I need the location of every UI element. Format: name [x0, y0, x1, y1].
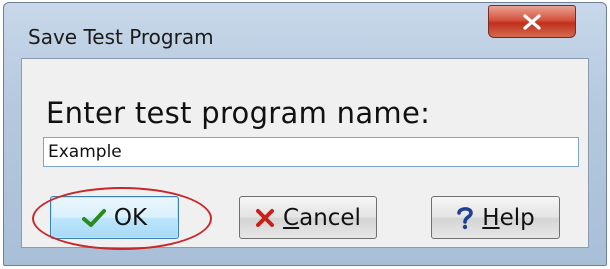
help-button[interactable]: Help: [431, 196, 560, 239]
ok-button-label: OK: [113, 204, 148, 231]
close-button[interactable]: [488, 5, 576, 38]
x-icon: [255, 208, 275, 228]
dialog-title: Save Test Program: [28, 25, 214, 49]
cancel-button[interactable]: Cancel: [239, 196, 377, 239]
help-button-label: Help: [482, 205, 534, 231]
close-icon: [522, 13, 542, 30]
title-bar[interactable]: Save Test Program: [4, 3, 606, 59]
program-name-label: Enter test program name:: [46, 96, 431, 130]
cancel-button-label: Cancel: [283, 205, 361, 231]
help-accelerator: H: [482, 204, 500, 231]
dialog-window: Save Test Program Enter test program nam…: [3, 2, 607, 266]
ok-button[interactable]: OK: [50, 196, 179, 239]
help-label-rest: elp: [499, 204, 535, 231]
checkmark-icon: [81, 208, 106, 228]
cancel-accelerator: C: [283, 204, 300, 231]
question-mark-icon: [456, 206, 474, 230]
dialog-body: Enter test program name: OK Cancel: [21, 58, 589, 250]
program-name-input[interactable]: [43, 137, 579, 167]
cancel-label-rest: ancel: [299, 204, 361, 231]
